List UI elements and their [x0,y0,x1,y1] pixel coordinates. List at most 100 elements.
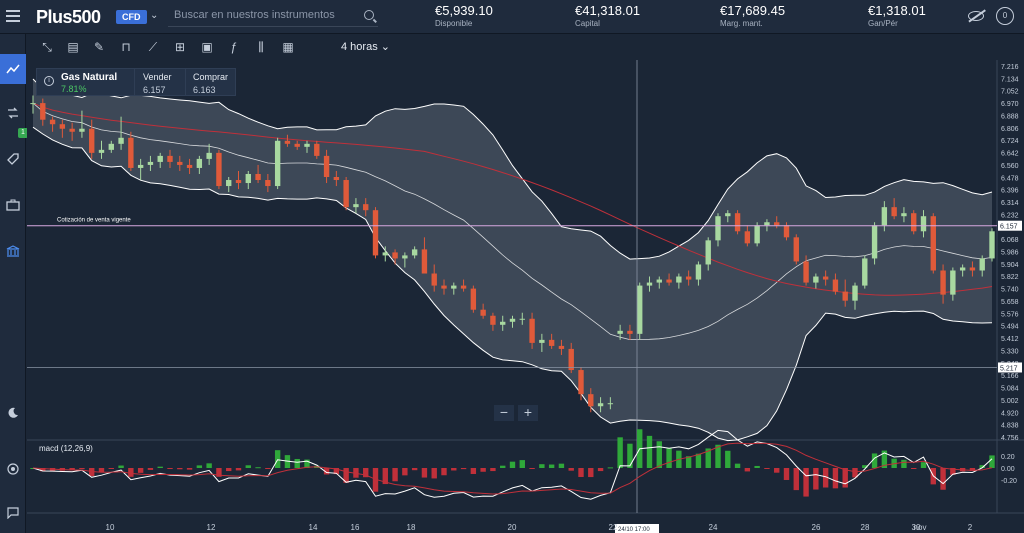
candle-body [274,140,281,187]
collapse-icon[interactable]: ⤡ [39,39,55,55]
candle-body [372,210,379,256]
zoom-out-button[interactable]: − [494,405,514,421]
macd-histogram-bar [274,450,281,468]
stat-profit-loss: €1,318.01 Gan/Pér [868,3,926,28]
macd-histogram-bar [783,468,790,480]
cfd-badge[interactable]: CFD [116,10,147,24]
sell-button[interactable]: Vender 6.157 [143,72,172,95]
target-icon[interactable] [0,454,26,484]
stat-available: €5,939.10 Disponible [435,3,493,28]
zoom-in-button[interactable]: + [518,405,538,421]
positions-nav-icon[interactable] [0,98,26,128]
instrument-panel: i Gas Natural 7.81% Vender 6.157 Comprar… [36,68,236,96]
macd-histogram-bar [588,468,594,478]
candle-body [411,249,418,256]
candle-body [294,143,300,147]
price-tick-label: 6.560 [1001,163,1019,170]
candle-body [979,258,985,271]
candle-body [529,318,535,343]
crosshair-date-label: 24/10 17:00 [618,527,650,533]
brand-logo[interactable]: Plus500 [36,7,101,28]
macd-histogram-bar [901,459,907,468]
price-tick-label: 5.002 [1001,398,1019,405]
macd-histogram-bar [842,468,848,488]
buy-label: Comprar [193,72,229,82]
price-tick-label: 6.642 [1001,151,1019,158]
candle-body [783,225,790,238]
macd-histogram-bar [255,467,261,469]
candle-body [558,345,565,349]
price-tick-label: 5.658 [1001,299,1019,306]
candle-body [588,394,594,407]
chart-nav-icon[interactable] [0,54,26,84]
sell-line-label: Cotización de venta vigente [57,218,131,224]
chevron-down-icon[interactable]: ⌄ [150,10,158,21]
briefcase-nav-icon[interactable] [0,190,26,220]
indicators-icon[interactable]: ▤ [65,39,81,55]
price-tick-label: 5.986 [1001,250,1019,257]
menu-icon[interactable] [6,10,20,22]
price-tick-label: 6.068 [1001,237,1019,244]
candle-body [901,213,907,217]
draw-icon[interactable]: ✎ [91,39,107,55]
time-tick-label: 16 [351,523,360,532]
search-input[interactable] [168,5,358,25]
macd-histogram-bar [725,450,731,468]
candle-body [284,140,291,144]
function-icon[interactable]: ƒ [226,39,242,55]
macd-histogram-bar [500,465,506,468]
chart-type-icon[interactable]: ⊓ [118,39,134,55]
macd-histogram-bar [451,468,457,471]
chevron-down-icon: ⌄ [380,41,390,53]
search-icon[interactable] [364,10,374,20]
candle-body [167,155,173,162]
candle-body [627,330,633,334]
chat-icon[interactable] [0,498,26,528]
hide-balance-icon[interactable] [968,11,984,21]
divider [185,69,186,95]
candle-body [656,279,662,283]
price-tick-label: 6.396 [1001,188,1019,195]
macd-histogram-bar [431,468,437,479]
macd-histogram-bar [128,468,134,477]
time-tick-label: 26 [812,523,821,532]
candle-body [470,288,477,310]
time-tick-label: 18 [407,523,416,532]
macd-histogram-bar [118,465,124,468]
tag-nav-icon[interactable] [0,144,26,174]
candle-body [206,152,212,159]
info-icon[interactable]: i [44,76,54,86]
account-icon[interactable]: 0 [996,7,1014,25]
price-chart[interactable]: 7.216 7.134 7.052 6.970 6.888 6.806 6.724 6.642… [27,60,1024,533]
candle-body [353,204,359,208]
macd-tick-label: 0.00 [1001,466,1015,473]
macd-histogram-bar [607,467,614,469]
candle-body [343,180,349,208]
candle-body [402,255,408,259]
candle-body [734,213,741,232]
candle-body [216,152,222,187]
price-tick-label: 7.134 [1001,76,1019,83]
candle-body [382,252,388,256]
price-tick-label: 7.216 [1001,64,1019,71]
candle-body [969,267,976,271]
dark-mode-icon[interactable] [0,398,26,428]
time-tick-label: 14 [309,523,318,532]
candle-body [177,161,183,165]
layout-icon[interactable]: ⊞ [172,39,188,55]
stat-value: €1,318.01 [868,3,926,18]
macd-tick-label: 0.20 [1001,454,1015,461]
candle-body [568,348,574,371]
candle-body [920,216,927,232]
candle-body [676,276,682,283]
timeframe-select[interactable]: 4 horas ⌄ [341,40,390,53]
save-icon[interactable]: ▣ [199,39,215,55]
compare-icon[interactable]: ⫼ [253,39,269,55]
calendar-icon[interactable]: ▦ [280,39,296,55]
trend-line-icon[interactable]: ⟋ [145,39,161,55]
search-box [168,5,378,27]
macd-histogram-bar [245,465,251,468]
buy-button[interactable]: Comprar 6.163 [193,72,228,95]
bank-nav-icon[interactable] [0,236,26,266]
macd-histogram-bar [441,468,447,476]
